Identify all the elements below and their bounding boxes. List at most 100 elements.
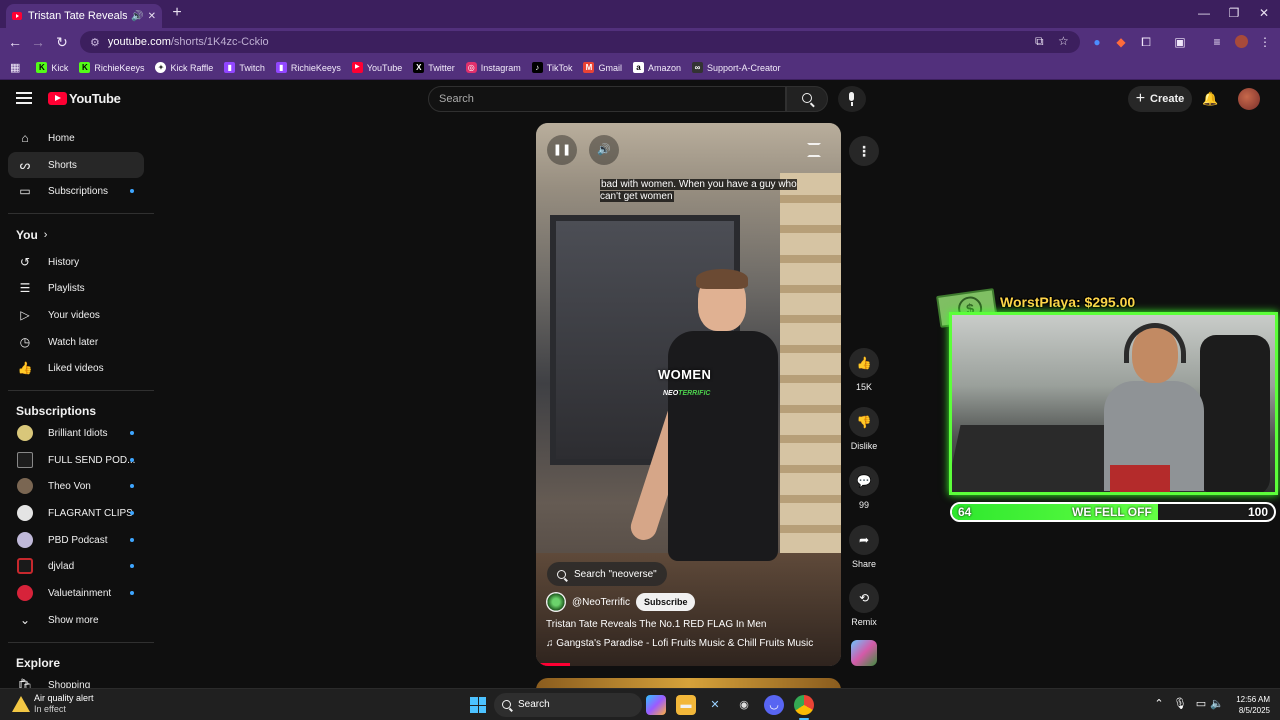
xbox-icon[interactable]: ✕: [705, 695, 725, 715]
sidebar-channel-brilliant-idiots[interactable]: Brilliant Idiots: [8, 420, 144, 446]
maximize-button[interactable]: ❐: [1226, 6, 1242, 20]
apps-grid-icon[interactable]: ▦: [10, 61, 20, 74]
search-suggestion-chip[interactable]: Search "neoverse": [547, 562, 667, 586]
like-button[interactable]: 👍: [849, 348, 879, 378]
bookmark-star-icon[interactable]: ☆: [1058, 34, 1069, 48]
browser-menu-icon[interactable]: ⋮: [1257, 34, 1273, 50]
copilot-icon[interactable]: [646, 695, 666, 715]
share-button[interactable]: ➦: [849, 525, 879, 555]
remix-button[interactable]: ⟲: [849, 583, 879, 613]
sidebar-channel-valuetainment[interactable]: Valuetainment: [8, 580, 144, 606]
browser-tab-active[interactable]: Tristan Tate Reveals The No 🔊 ✕: [6, 4, 162, 28]
bookmark-richiekeeys-kick[interactable]: K RichieKeeys: [79, 62, 144, 73]
profile-avatar-icon[interactable]: [1233, 34, 1249, 50]
bookmark-support-a-creator[interactable]: ∞ Support-A-Creator: [692, 62, 781, 73]
sidebar-item-your-videos[interactable]: ▷ Your videos: [8, 302, 144, 328]
install-app-icon[interactable]: ⧉: [1035, 34, 1044, 49]
search-input[interactable]: Search: [428, 86, 786, 112]
bookmark-kick[interactable]: K Kick: [36, 62, 68, 73]
youtube-logo[interactable]: YouTube: [48, 91, 121, 106]
sidebar-you-heading[interactable]: You ›: [8, 222, 144, 248]
bookmark-twitch[interactable]: ▮ Twitch: [224, 62, 265, 73]
discord-icon[interactable]: ◡: [764, 695, 784, 715]
file-explorer-icon[interactable]: ▬: [676, 695, 696, 715]
sidebar-channel-theo-von[interactable]: Theo Von: [8, 473, 144, 499]
channel-avatar[interactable]: [546, 592, 566, 612]
search-button[interactable]: [786, 86, 828, 112]
side-panel-icon[interactable]: ▣: [1172, 34, 1188, 50]
channel-handle[interactable]: @NeoTerrific: [572, 597, 630, 608]
short-title[interactable]: Tristan Tate Reveals The No.1 RED FLAG I…: [546, 619, 766, 630]
new-content-dot: [130, 431, 134, 435]
voice-search-mic-icon[interactable]: [838, 86, 866, 112]
sound-thumbnail[interactable]: [851, 640, 877, 666]
notifications-bell-icon[interactable]: 🔔: [1202, 91, 1218, 107]
more-options-button[interactable]: ⋮: [849, 136, 879, 166]
weather-widget[interactable]: Air quality alert In effect: [12, 693, 94, 715]
extension-dot-icon[interactable]: ●: [1089, 34, 1105, 50]
sidebar-item-home[interactable]: ⌂ Home: [8, 125, 144, 151]
bookmark-youtube[interactable]: ▶ YouTube: [351, 62, 402, 73]
short-music[interactable]: ♫ Gangsta's Paradise - Lofi Fruits Music…: [546, 638, 813, 649]
epic-icon: ∞: [692, 62, 703, 73]
youtube-header: YouTube Search + Create 🔔: [0, 81, 1280, 117]
bookmark-twitter[interactable]: X Twitter: [413, 62, 455, 73]
kick-icon: K: [36, 62, 48, 73]
url-bar[interactable]: ⚙ youtube.com/shorts/1K4zc-Cckio ⧉ ☆: [80, 31, 1080, 53]
bookmark-richiekeeys-twitch[interactable]: ▮ RichieKeeys: [275, 62, 341, 73]
windows-start-icon[interactable]: [470, 697, 486, 713]
network-icon[interactable]: ▭: [1194, 697, 1208, 710]
bookmark-gmail[interactable]: M Gmail: [583, 62, 622, 73]
media-controls-icon[interactable]: ≡: [1209, 34, 1225, 50]
chrome-icon[interactable]: [794, 695, 814, 715]
fullscreen-icon[interactable]: [807, 143, 821, 157]
sidebar-item-subscriptions[interactable]: ▭ Subscriptions: [8, 178, 144, 204]
speaker-icon[interactable]: 🔊: [131, 11, 143, 22]
volume-button[interactable]: 🔊: [589, 135, 619, 165]
tab-close-icon[interactable]: ✕: [148, 11, 156, 22]
shorts-player[interactable]: bad with women. When you have a guy who …: [536, 123, 841, 666]
extensions-puzzle-icon[interactable]: ⧠: [1138, 34, 1154, 50]
sidebar-channel-djvlad[interactable]: djvlad: [8, 553, 144, 579]
account-avatar[interactable]: [1238, 88, 1260, 110]
create-button[interactable]: + Create: [1128, 86, 1192, 112]
close-window-button[interactable]: ✕: [1256, 6, 1272, 20]
comments-button[interactable]: 💬: [849, 466, 879, 496]
taskbar-search[interactable]: Search: [494, 693, 642, 717]
bookmark-kick-raffle[interactable]: ✦ Kick Raffle: [155, 62, 213, 73]
thumbs-up-icon: 👍: [856, 356, 872, 370]
pause-button[interactable]: ❚❚: [547, 135, 577, 165]
chevron-down-icon: ⌄: [19, 613, 31, 627]
dislike-button[interactable]: 👎: [849, 407, 879, 437]
sidebar-item-shopping[interactable]: 🛍 Shopping: [8, 672, 144, 688]
sidebar-channel-pbd-podcast[interactable]: PBD Podcast: [8, 527, 144, 553]
extension-fox-icon[interactable]: ◆: [1113, 34, 1129, 50]
show-hidden-icons-chevron-icon[interactable]: ⌃: [1152, 697, 1166, 710]
sidebar-item-watch-later[interactable]: ◷ Watch later: [8, 329, 144, 355]
menu-hamburger-icon[interactable]: [16, 92, 32, 104]
forward-arrow-icon[interactable]: →: [30, 34, 46, 50]
sidebar-show-more[interactable]: ⌄ Show more: [8, 607, 144, 633]
playback-progress-bar[interactable]: [540, 663, 570, 666]
reload-icon[interactable]: ↻: [54, 34, 70, 50]
subscribe-button[interactable]: Subscribe: [635, 593, 696, 611]
game-app-icon[interactable]: ◉: [734, 695, 754, 715]
back-arrow-icon[interactable]: ←: [7, 34, 23, 50]
sidebar-item-liked-videos[interactable]: 👍 Liked videos: [8, 355, 144, 381]
sidebar-item-history[interactable]: ↺ History: [8, 249, 144, 275]
tiktok-icon: ♪: [531, 62, 543, 73]
bookmark-instagram[interactable]: ◎ Instagram: [465, 62, 521, 73]
x-icon: X: [413, 62, 425, 73]
system-clock[interactable]: 12:56 AM 8/5/2025: [1228, 694, 1270, 716]
sidebar-item-playlists[interactable]: ☰ Playlists: [8, 275, 144, 301]
new-tab-button[interactable]: +: [168, 4, 186, 22]
sidebar-item-shorts[interactable]: ᔕ Shorts: [8, 152, 144, 178]
volume-icon[interactable]: 🔈: [1210, 697, 1224, 710]
minimize-button[interactable]: —: [1196, 6, 1212, 20]
site-info-icon[interactable]: ⚙: [90, 36, 100, 49]
sidebar-channel-flagrant-clips[interactable]: FLAGRANT CLIPS: [8, 500, 144, 526]
bookmark-amazon[interactable]: a Amazon: [632, 62, 681, 73]
sidebar-channel-full-send-podcast[interactable]: FULL SEND POD...: [8, 447, 144, 473]
microphone-icon[interactable]: 🎙: [1173, 697, 1187, 710]
bookmark-tiktok[interactable]: ♪ TikTok: [531, 62, 572, 73]
